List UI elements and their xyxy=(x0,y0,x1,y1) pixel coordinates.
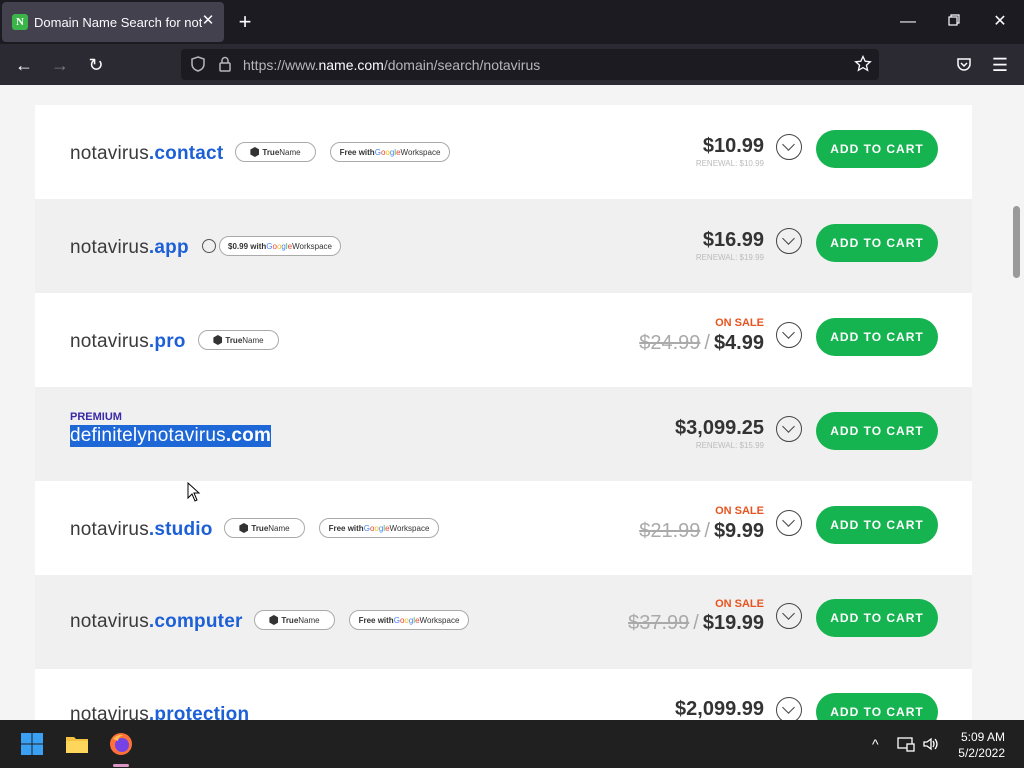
nav-bar: ← → ↻ https://www.name.com/domain/search… xyxy=(0,44,1024,85)
address-bar[interactable]: https://www.name.com/domain/search/notav… xyxy=(181,49,879,80)
domain-name: notavirus.computer xyxy=(70,611,243,632)
price: $37.99/$19.99 xyxy=(628,612,764,634)
tab-domain-search[interactable]: N Domain Name Search for notav ✕ xyxy=(2,2,224,42)
add-to-cart-button[interactable]: ADD TO CART xyxy=(816,224,938,262)
truename-badge[interactable]: True Name xyxy=(198,330,279,350)
system-clock[interactable]: 5:09 AM 5/2/2022 xyxy=(958,729,1005,761)
search-results-page: notavirus.contact True Name Free with Goo… xyxy=(0,85,1024,720)
mouse-cursor-icon xyxy=(187,482,201,502)
new-tab-plus-icon[interactable]: + xyxy=(234,11,256,33)
back-arrow-icon[interactable]: ← xyxy=(13,54,35,76)
add-to-cart-button[interactable]: ADD TO CART xyxy=(816,130,938,168)
google-workspace-badge[interactable]: Free with Google Workspace xyxy=(349,610,469,630)
google-workspace-badge[interactable]: $0.99 with Google Workspace xyxy=(219,236,341,256)
truename-cube-icon xyxy=(269,615,279,625)
expand-chevron-icon[interactable] xyxy=(776,510,802,536)
network-icon[interactable] xyxy=(897,735,915,753)
domain-name-selected: definitelynotavirus.com xyxy=(70,425,272,447)
site-favicon: N xyxy=(12,14,28,30)
clock-time: 5:09 AM xyxy=(960,730,1005,744)
volume-icon[interactable] xyxy=(922,735,940,753)
url-text[interactable]: https://www.name.com/domain/search/notav… xyxy=(243,57,540,73)
expand-chevron-icon[interactable] xyxy=(776,416,802,442)
page-scrollbar[interactable] xyxy=(1009,85,1024,720)
expand-chevron-icon[interactable] xyxy=(776,697,802,720)
https-lock-icon xyxy=(202,239,216,253)
close-tab-icon[interactable]: ✕ xyxy=(200,13,216,29)
domain-name: notavirus.app xyxy=(70,237,189,258)
restore-icon[interactable] xyxy=(944,12,964,32)
expand-chevron-icon[interactable] xyxy=(776,228,802,254)
bookmark-star-icon[interactable] xyxy=(854,55,872,73)
truename-badge[interactable]: True Name xyxy=(235,142,316,162)
expand-chevron-icon[interactable] xyxy=(776,322,802,348)
renewal-price: RENEWAL: $10.99 xyxy=(695,159,764,168)
domain-name: notavirus.contact xyxy=(70,143,224,164)
chevron-up-icon[interactable]: ^ xyxy=(872,736,879,752)
menu-hamburger-icon[interactable]: ☰ xyxy=(989,54,1011,76)
firefox-icon[interactable] xyxy=(109,732,133,756)
google-workspace-badge[interactable]: Free with Google Workspace xyxy=(330,142,450,162)
expand-chevron-icon[interactable] xyxy=(776,603,802,629)
shield-icon[interactable] xyxy=(189,55,207,73)
price: $24.99/$4.99 xyxy=(639,332,764,354)
price: $21.99/$9.99 xyxy=(639,520,764,542)
price: $16.99 xyxy=(702,229,764,251)
domain-row: notavirus.studio True Name Free with Goog… xyxy=(35,481,972,575)
domain-row: notavirus.app $0.99 with Google Workspac… xyxy=(35,199,972,293)
lock-icon[interactable] xyxy=(216,55,234,73)
premium-label: PREMIUM xyxy=(70,411,122,423)
active-app-indicator xyxy=(113,764,129,767)
clock-date: 5/2/2022 xyxy=(958,746,1005,760)
add-to-cart-button[interactable]: ADD TO CART xyxy=(816,412,938,450)
on-sale-label: ON SALE xyxy=(715,317,764,329)
domain-row: notavirus.computer True Name Free with Go… xyxy=(35,575,972,669)
renewal-price: RENEWAL: $19.99 xyxy=(695,253,764,262)
minimize-icon[interactable]: — xyxy=(898,12,918,32)
truename-cube-icon xyxy=(239,523,249,533)
add-to-cart-button[interactable]: ADD TO CART xyxy=(816,693,938,720)
add-to-cart-button[interactable]: ADD TO CART xyxy=(816,506,938,544)
add-to-cart-button[interactable]: ADD TO CART xyxy=(816,599,938,637)
price: $2,099.99 xyxy=(675,698,764,720)
price: $10.99 xyxy=(702,135,764,157)
domain-row: notavirus.pro True Name ON SALE $24.99/$4… xyxy=(35,293,972,387)
on-sale-label: ON SALE xyxy=(715,505,764,517)
renewal-price: RENEWAL: $15.99 xyxy=(695,441,764,450)
domain-row: notavirus.protection $2,099.99 ADD TO CA… xyxy=(35,669,972,720)
domain-name: notavirus.protection xyxy=(70,704,250,720)
expand-chevron-icon[interactable] xyxy=(776,134,802,160)
scrollbar-thumb[interactable] xyxy=(1013,206,1020,278)
windows-start-icon[interactable] xyxy=(20,732,44,756)
file-explorer-icon[interactable] xyxy=(65,732,89,756)
close-window-icon[interactable]: ✕ xyxy=(990,12,1010,32)
windows-taskbar: ^ 5:09 AM 5/2/2022 xyxy=(0,720,1024,768)
truename-badge[interactable]: True Name xyxy=(224,518,305,538)
truename-cube-icon xyxy=(213,335,223,345)
domain-name: notavirus.studio xyxy=(70,519,213,540)
add-to-cart-button[interactable]: ADD TO CART xyxy=(816,318,938,356)
tab-bar: N Domain Name Search for notav ✕ + — ✕ xyxy=(0,0,1024,44)
google-workspace-badge[interactable]: Free with Google Workspace xyxy=(319,518,439,538)
pocket-icon[interactable] xyxy=(955,55,973,73)
truename-cube-icon xyxy=(250,147,260,157)
domain-row-premium: PREMIUM definitelynotavirus.com $3,099.2… xyxy=(35,387,972,481)
tab-title: Domain Name Search for notav xyxy=(34,14,202,30)
reload-icon[interactable]: ↻ xyxy=(85,54,107,76)
domain-row: notavirus.contact True Name Free with Goo… xyxy=(35,105,972,199)
truename-badge[interactable]: True Name xyxy=(254,610,335,630)
forward-arrow-icon[interactable]: → xyxy=(49,54,71,76)
on-sale-label: ON SALE xyxy=(715,598,764,610)
price: $3,099.25 xyxy=(675,417,764,439)
domain-name: notavirus.pro xyxy=(70,331,186,352)
